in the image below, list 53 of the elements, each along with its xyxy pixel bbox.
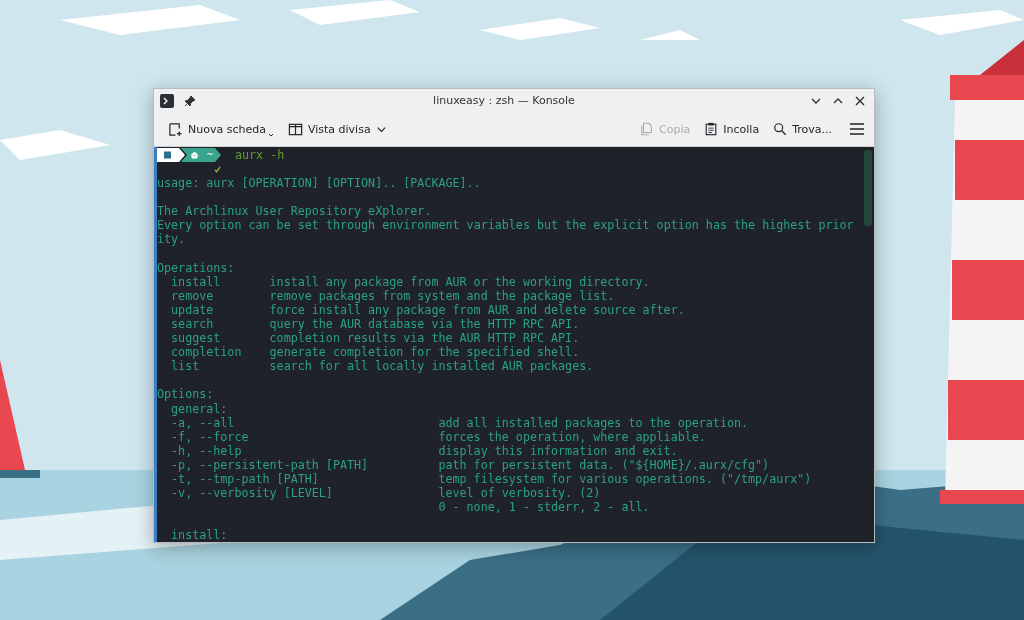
option-label: -v, --verbosity [LEVEL] [171, 486, 334, 501]
output-line: ity. [157, 232, 186, 247]
operation-description: query the AUR database via the HTTP RPC API. [269, 316, 580, 332]
output-line: usage: aurx [OPERATION] [OPTION].. [PACKAGE].. [157, 176, 481, 190]
output-line: general: [171, 401, 228, 416]
operation-description: generate completion for the specified shell. [269, 345, 580, 360]
split-view-icon [287, 121, 303, 137]
pin-icon[interactable] [184, 94, 196, 107]
option-description: 0 - none, 1 - stderr, 2 - all. [438, 500, 650, 515]
output-line: Operations: [157, 260, 235, 275]
option-label: -f, --force [171, 429, 250, 444]
close-icon[interactable] [854, 94, 866, 107]
option-description: path for persistent data. ("${HOME}/.aurx/cfg") [438, 457, 770, 472]
window-title: linuxeasy : zsh — Konsole [432, 94, 576, 107]
operation-description: remove packages from system and the package list. [269, 288, 615, 303]
operation-name: install [171, 274, 221, 289]
operation-name: update [171, 302, 215, 317]
output-line: Options: [157, 387, 214, 402]
operation-name: remove [171, 288, 215, 303]
operation-description: search for all locally installed AUR packages. [269, 359, 594, 374]
toolbar-button[interactable]: Trova... [769, 118, 836, 140]
toolbar-button[interactable]: Vista divisa [283, 117, 391, 141]
output-line: Every option can be set through environment variables but the explicit option has the highest prior [157, 218, 854, 233]
option-label: -t, --tmp-path [PATH] [171, 471, 320, 487]
option-description: forces the operation, where appliable. [438, 429, 706, 444]
operation-name: search [171, 316, 215, 332]
operation-name: suggest [171, 331, 222, 346]
option-label: -h, --help [171, 443, 243, 458]
caret-icon [267, 132, 274, 137]
option-description: temp filesystem for various operations. ("/tmp/aurx") [438, 471, 812, 487]
clipboard-icon [704, 122, 719, 136]
copy-icon [640, 122, 655, 136]
new-tab-icon [168, 121, 183, 137]
operation-name: list [171, 359, 201, 374]
operation-description: force install any package from AUR and delete source after. [269, 302, 685, 317]
output-line: The Archlinux User Repository eXplorer. [157, 204, 432, 219]
operation-description: completion results via the AUR HTTP RPC API. [269, 331, 580, 346]
terminal-icon [160, 93, 174, 108]
operation-name: completion [171, 345, 243, 360]
toolbar-button[interactable]: Nuova scheda [164, 117, 278, 141]
prompt-directory: ~ [207, 147, 214, 162]
option-description: add all installed packages to the operation. [438, 415, 749, 430]
operation-description: install any package from AUR or the working directory. [269, 274, 650, 289]
option-description: display this information and exit. [438, 443, 678, 458]
toolbar-button[interactable]: Incolla [700, 118, 764, 140]
search-icon [773, 122, 788, 136]
menu-icon[interactable] [850, 123, 864, 135]
option-description: level of verbosity. (2) [438, 486, 601, 501]
check-icon [214, 165, 221, 173]
option-label: -a, --all [171, 415, 236, 430]
output-line: install: [171, 528, 228, 542]
command-text: aurx -h [235, 147, 285, 163]
option-label: -p, --persistent-path [PATH] [171, 457, 370, 472]
